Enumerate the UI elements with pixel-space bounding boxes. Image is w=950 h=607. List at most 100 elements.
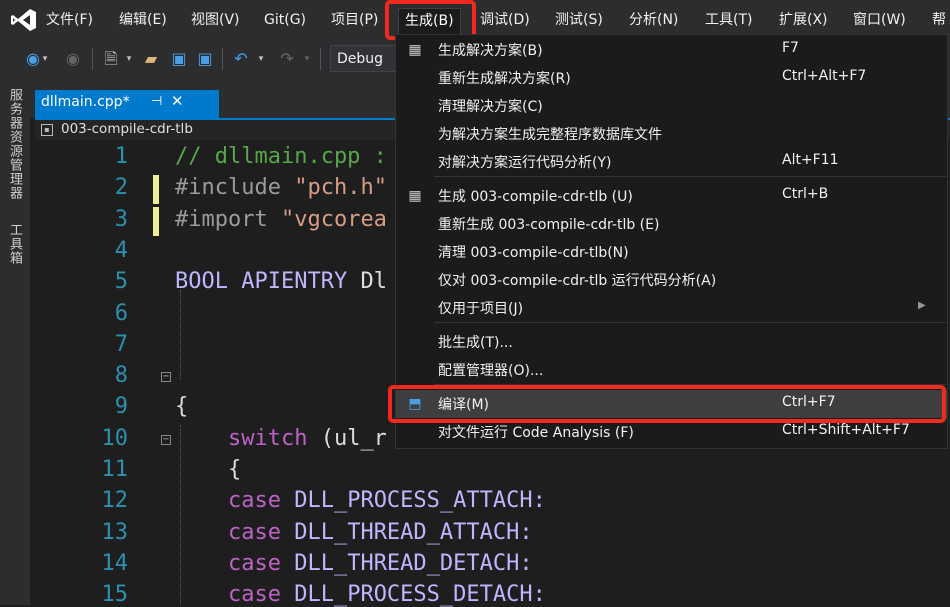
build-menu-item-label: 为解决方案生成完整程序数据库文件 bbox=[438, 127, 662, 143]
menu-tools[interactable]: 工具(T) bbox=[699, 9, 758, 31]
code-token: case bbox=[175, 550, 295, 576]
menu-help[interactable]: 帮 bbox=[926, 9, 950, 31]
code-line: BOOL APIENTRY Dl bbox=[175, 269, 387, 294]
code-line: case DLL_PROCESS_DETACH: bbox=[175, 582, 546, 607]
menu-file[interactable]: 文件(F) bbox=[40, 9, 99, 31]
project-icon: ▪ bbox=[41, 124, 53, 136]
line-number: 6 bbox=[114, 300, 128, 326]
code-line: case DLL_THREAD_ATTACH: bbox=[175, 520, 533, 545]
menu-analyze[interactable]: 分析(N) bbox=[623, 9, 684, 31]
build-menu-item-label: 批生成(T)... bbox=[438, 335, 513, 351]
line-number: 10 bbox=[101, 425, 129, 451]
code-token: { bbox=[175, 394, 189, 420]
code-line: switch (ul_r bbox=[175, 426, 387, 451]
code-token: DLL_PROCESS_ATTACH: bbox=[294, 488, 546, 514]
open-folder-icon[interactable]: ▰ bbox=[140, 48, 162, 70]
change-marker bbox=[153, 207, 159, 236]
code-token: // dllmain.cpp : bbox=[175, 144, 387, 169]
build-menu-item[interactable]: ▦ 生成解决方案(B) F7 bbox=[396, 36, 947, 64]
toolbar-separator bbox=[92, 48, 93, 70]
toolbox-tab[interactable]: 工具箱 bbox=[5, 223, 24, 265]
visual-studio-logo-icon[interactable] bbox=[10, 6, 38, 34]
forward-icon[interactable]: ◉ bbox=[62, 48, 84, 70]
line-number: 5 bbox=[114, 269, 128, 295]
build-menu-item-label: 重新生成 003-compile-cdr-tlb (E) bbox=[438, 217, 660, 233]
dropdown-arrow-icon[interactable]: ▾ bbox=[302, 48, 312, 70]
line-number: 7 bbox=[114, 331, 128, 357]
build-menu-item-label: 生成 003-compile-cdr-tlb (U) bbox=[438, 189, 633, 205]
dropdown-arrow-icon[interactable]: ▾ bbox=[40, 48, 50, 70]
project-dropdown[interactable]: 003-compile-cdr-tlb bbox=[61, 121, 193, 137]
server-explorer-tab[interactable]: 服务器资源管理器 bbox=[5, 88, 24, 200]
code-token: case bbox=[175, 519, 295, 545]
menu-test[interactable]: 测试(S) bbox=[549, 9, 609, 31]
build-menu-item-label: 配置管理器(O)... bbox=[438, 363, 544, 379]
side-tool-strip: 服务器资源管理器 工具箱 bbox=[0, 78, 30, 605]
build-menu-item-label: 仅用于项目(J) bbox=[438, 301, 524, 317]
build-menu-item[interactable]: 重新生成 003-compile-cdr-tlb (E) bbox=[396, 210, 947, 238]
line-number: 13 bbox=[101, 519, 129, 545]
menu-edit[interactable]: 编辑(E) bbox=[113, 9, 173, 31]
submenu-arrow-icon: ▶ bbox=[918, 300, 926, 311]
build-menu-item[interactable]: 对解决方案运行代码分析(Y) Alt+F11 bbox=[396, 148, 947, 176]
code-token: case bbox=[175, 488, 295, 514]
build-menu-item[interactable]: 清理解决方案(C) bbox=[396, 92, 947, 120]
save-icon[interactable]: ▣ bbox=[168, 48, 190, 70]
solution-configuration-select[interactable]: Debug bbox=[330, 45, 396, 72]
indent-guide bbox=[180, 425, 181, 605]
collapse-toggle-icon[interactable]: − bbox=[161, 372, 171, 382]
code-token: APIENTRY bbox=[241, 269, 361, 295]
code-token: DLL_PROCESS_DETACH: bbox=[294, 582, 546, 607]
build-menu-item[interactable]: 仅对 003-compile-cdr-tlb 运行代码分析(A) bbox=[396, 266, 947, 294]
build-menu-item[interactable]: 批生成(T)... bbox=[396, 328, 947, 356]
line-number: 8 bbox=[114, 363, 128, 389]
menu-project[interactable]: 项目(P) bbox=[325, 9, 384, 31]
pin-icon[interactable]: ⊣ bbox=[151, 94, 162, 109]
menu-view[interactable]: 视图(V) bbox=[185, 9, 246, 31]
menu-extensions[interactable]: 扩展(X) bbox=[773, 9, 834, 31]
document-tab-dllmain[interactable]: dllmain.cpp* ⊣ ✕ bbox=[35, 90, 219, 118]
code-line: // dllmain.cpp : bbox=[175, 144, 387, 169]
code-token: Dl bbox=[360, 269, 387, 295]
undo-icon[interactable]: ↶ bbox=[230, 48, 252, 70]
code-line: #include "pch.h" bbox=[175, 175, 387, 200]
build-menu-item-shortcut: Ctrl+Shift+Alt+F7 bbox=[782, 422, 910, 438]
code-token: DLL_THREAD_ATTACH: bbox=[294, 519, 533, 545]
code-token: BOOL bbox=[175, 269, 242, 295]
build-menu-item[interactable]: 仅用于项目(J) ▶ bbox=[396, 294, 947, 322]
line-number: 1 bbox=[114, 144, 128, 169]
build-menu-item[interactable]: 配置管理器(O)... bbox=[396, 356, 947, 384]
build-solution-icon: ▦ bbox=[408, 42, 422, 58]
build-menu-item[interactable]: 为解决方案生成完整程序数据库文件 bbox=[396, 120, 947, 148]
dropdown-arrow-icon[interactable]: ▾ bbox=[256, 48, 266, 70]
dropdown-arrow-icon[interactable]: ▾ bbox=[124, 48, 134, 70]
build-menu-item-shortcut: F7 bbox=[782, 40, 799, 56]
code-token: "vgcorea bbox=[280, 206, 387, 232]
line-number: 15 bbox=[101, 582, 129, 607]
build-project-icon: ▦ bbox=[408, 188, 422, 204]
save-all-icon[interactable]: ▣ bbox=[194, 48, 216, 70]
build-menu-item-label: 对解决方案运行代码分析(Y) bbox=[438, 155, 612, 171]
menu-git[interactable]: Git(G) bbox=[258, 9, 312, 31]
build-menu-item[interactable]: 清理 003-compile-cdr-tlb(N) bbox=[396, 238, 947, 266]
build-menu-item[interactable]: ▦ 生成 003-compile-cdr-tlb (U) Ctrl+B bbox=[396, 182, 947, 210]
document-tab-title: dllmain.cpp* bbox=[41, 94, 130, 110]
close-icon[interactable]: ✕ bbox=[171, 92, 184, 110]
code-token: switch bbox=[175, 425, 321, 451]
code-line: case DLL_PROCESS_ATTACH: bbox=[175, 488, 546, 513]
build-menu-item-shortcut: Ctrl+B bbox=[782, 186, 829, 202]
build-menu-item-label: 重新生成解决方案(R) bbox=[438, 71, 571, 87]
line-number: 11 bbox=[101, 457, 129, 482]
change-marker bbox=[153, 175, 159, 204]
menu-debug[interactable]: 调试(D) bbox=[474, 9, 536, 31]
build-menu-item-label: 仅对 003-compile-cdr-tlb 运行代码分析(A) bbox=[438, 273, 717, 289]
code-line: { bbox=[175, 457, 241, 482]
collapse-toggle-icon[interactable]: − bbox=[161, 435, 171, 445]
menu-window[interactable]: 窗口(W) bbox=[847, 9, 912, 31]
build-menu-item-label: 对文件运行 Code Analysis (F) bbox=[438, 425, 634, 441]
compile-item-highlight bbox=[388, 385, 946, 423]
new-item-icon[interactable]: 🗎 bbox=[100, 48, 122, 70]
build-menu-item[interactable]: 重新生成解决方案(R) Ctrl+Alt+F7 bbox=[396, 64, 947, 92]
line-number: 4 bbox=[114, 237, 128, 263]
redo-icon[interactable]: ↷ bbox=[276, 48, 298, 70]
